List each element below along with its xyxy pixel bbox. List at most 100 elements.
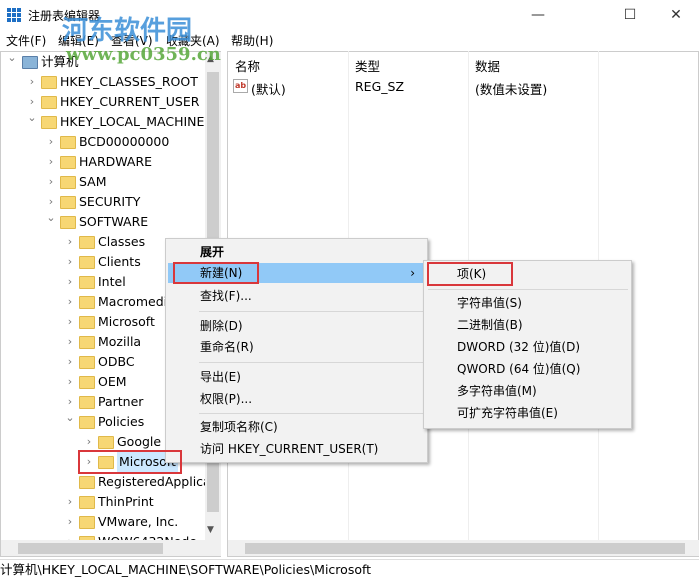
expand-chevron-icon[interactable]: › [46,152,56,172]
tree-node-label: ThinPrint [98,494,154,509]
expand-chevron-icon[interactable]: › [27,72,37,92]
folder-icon [79,276,95,289]
tree-node-label: RegisteredApplications [98,474,220,489]
expand-chevron-icon[interactable]: › [65,492,75,512]
status-bar-path: 计算机\HKEY_LOCAL_MACHINE\SOFTWARE\Policies… [0,559,699,578]
column-header-name[interactable]: 名称 [235,56,260,75]
watermark-logo: 河东软件园 [62,16,193,46]
folder-icon [60,136,76,149]
tree-node-label: Policies [98,414,145,429]
tree-node-label: HARDWARE [79,154,153,169]
submenu-item-qword-value[interactable]: QWORD (64 位)值(Q) [424,359,580,379]
menu-item-rename[interactable]: 重命名(R) [166,337,254,357]
tree-node[interactable]: ⌄ SOFTWARE [1,211,206,232]
highlight-box-new [173,262,259,284]
tree-node[interactable]: RegisteredApplications [1,472,220,492]
expand-chevron-icon[interactable]: › [65,232,75,252]
watermark-url: www.pc0359.cn [66,44,221,65]
menu-item-copy-key-name[interactable]: 复制项名称(C) [166,417,278,437]
menu-item-export[interactable]: 导出(E) [166,367,241,387]
tree-node[interactable]: ⌄ HKEY_LOCAL_MACHINE [1,111,206,132]
tree-node-label: Google [117,434,162,449]
expand-chevron-icon[interactable]: › [65,272,75,292]
tree-node-label: HKEY_CURRENT_USER [60,94,200,109]
expand-chevron-icon[interactable]: › [46,172,56,192]
tree-node[interactable]: › BCD00000000 [1,132,206,152]
tree-node-label: OEM [98,374,127,389]
values-hscroll-thumb[interactable] [245,543,685,554]
menu-file[interactable]: 文件(F) [6,32,46,49]
column-header-type[interactable]: 类型 [355,56,380,75]
tree-node[interactable]: › VMware, Inc. [1,512,206,532]
tree-node[interactable]: › SECURITY [1,192,206,212]
tree-node[interactable]: › HKEY_CLASSES_ROOT [1,72,206,92]
folder-icon [98,436,114,449]
tree-node-label: Partner [98,394,144,409]
highlight-box-microsoft [78,450,182,474]
tree-node-label: SOFTWARE [79,214,149,229]
tree-node-label: Intel [98,274,126,289]
menu-item-expand[interactable]: 展开 [166,242,427,262]
separator [428,289,628,290]
tree-node-label: HKEY_CLASSES_ROOT [60,74,198,89]
folder-icon [79,396,95,409]
expand-chevron-icon[interactable]: › [46,132,56,152]
close-button[interactable]: ✕ [653,0,699,30]
tree-node-label: VMware, Inc. [98,514,179,529]
string-value-icon: ab [233,79,248,93]
tree-node-label: Microsoft [98,314,155,329]
expand-chevron-icon[interactable]: › [65,352,75,372]
tree-node-label: SAM [79,174,107,189]
folder-icon [79,376,95,389]
separator [199,311,425,312]
folder-icon [79,236,95,249]
expand-chevron-icon[interactable]: › [65,292,75,312]
collapse-chevron-icon[interactable]: ⌄ [46,208,56,228]
submenu-item-expandable-string-value[interactable]: 可扩充字符串值(E) [424,403,558,423]
folder-icon [41,116,57,129]
tree-node-label: Mozilla [98,334,142,349]
computer-icon [22,56,38,69]
menu-help[interactable]: 帮助(H) [231,32,273,49]
expand-chevron-icon[interactable]: › [65,512,75,532]
expand-chevron-icon[interactable]: › [65,372,75,392]
minimize-button[interactable]: — [515,0,561,30]
expand-chevron-icon[interactable]: › [84,432,94,452]
expand-chevron-icon[interactable]: › [65,252,75,272]
submenu-item-string-value[interactable]: 字符串值(S) [424,293,522,313]
separator [199,362,425,363]
submenu-item-binary-value[interactable]: 二进制值(B) [424,315,523,335]
tree-node-label: ODBC [98,354,135,369]
submenu-item-multi-string-value[interactable]: 多字符串值(M) [424,381,537,401]
value-name[interactable]: (默认) [251,79,286,98]
highlight-box-key [427,262,513,286]
folder-icon [41,76,57,89]
expand-chevron-icon[interactable]: › [65,312,75,332]
scroll-down-arrow-icon[interactable]: ▼ [207,525,214,535]
folder-icon [79,316,95,329]
folder-icon [41,96,57,109]
collapse-chevron-icon[interactable]: ⌄ [65,408,75,428]
menu-item-permissions[interactable]: 权限(P)... [166,389,252,409]
tree-node[interactable]: › SAM [1,172,206,192]
folder-icon [79,256,95,269]
maximize-button[interactable]: ☐ [607,0,653,30]
tree-hscroll-thumb[interactable] [18,543,163,554]
folder-icon [79,296,95,309]
tree-node-label: Classes [98,234,146,249]
menu-item-delete[interactable]: 删除(D) [166,316,243,336]
menu-item-goto-hkcu[interactable]: 访问 HKEY_CURRENT_USER(T) [166,439,378,459]
collapse-chevron-icon[interactable]: ⌄ [7,52,17,68]
folder-icon [60,176,76,189]
tree-node[interactable]: › ThinPrint [1,492,206,512]
column-header-data[interactable]: 数据 [475,56,500,75]
collapse-chevron-icon[interactable]: ⌄ [27,108,37,128]
submenu-item-dword-value[interactable]: DWORD (32 位)值(D) [424,337,580,357]
menu-item-find[interactable]: 查找(F)... [166,286,252,306]
tree-node-label: BCD00000000 [79,134,170,149]
expand-chevron-icon[interactable]: › [65,332,75,352]
submenu-arrow-icon: › [410,266,415,280]
tree-node[interactable]: › HARDWARE [1,152,206,172]
folder-icon [60,156,76,169]
folder-icon [60,196,76,209]
